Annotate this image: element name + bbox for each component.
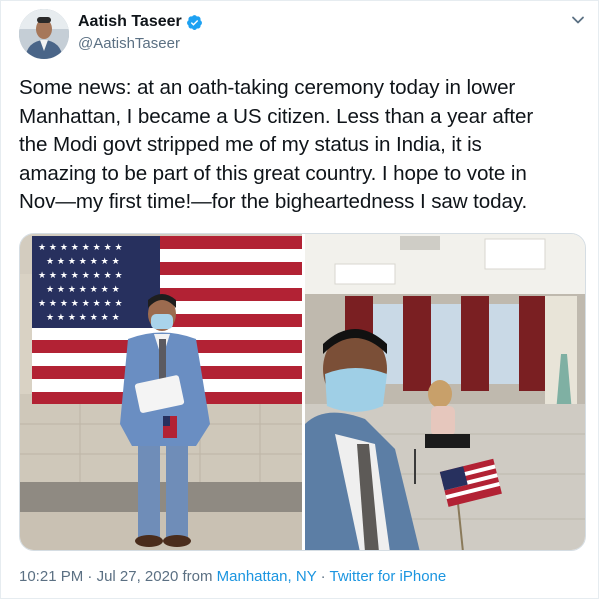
svg-text:★ ★ ★ ★ ★ ★ ★ ★: ★ ★ ★ ★ ★ ★ ★ ★ (38, 243, 123, 253)
source-link[interactable]: Twitter for iPhone (330, 568, 447, 585)
media-grid: ★ ★ ★ ★ ★ ★ ★ ★ ★ ★ ★ ★ ★ ★ ★ ★ ★ ★ ★ ★ … (19, 233, 586, 551)
svg-text:★ ★ ★ ★ ★ ★ ★: ★ ★ ★ ★ ★ ★ ★ (46, 313, 120, 323)
user-handle[interactable]: @AatishTaseer (78, 35, 180, 52)
tweet-card: Aatish Taseer @AatishTaseer Some news: a… (0, 0, 599, 599)
photo-selfie-ceremony[interactable] (305, 234, 585, 550)
chevron-down-icon[interactable] (569, 11, 587, 29)
svg-text:★ ★ ★ ★ ★ ★ ★ ★: ★ ★ ★ ★ ★ ★ ★ ★ (38, 271, 123, 281)
location-link[interactable]: Manhattan, NY (217, 568, 317, 585)
svg-text:★ ★ ★ ★ ★ ★ ★: ★ ★ ★ ★ ★ ★ ★ (46, 257, 120, 267)
svg-text:★ ★ ★ ★ ★ ★ ★: ★ ★ ★ ★ ★ ★ ★ (46, 285, 120, 295)
from-label: from (178, 568, 217, 585)
avatar[interactable] (19, 9, 69, 59)
tweet-text: Some news: at an oath-taking ceremony to… (19, 76, 534, 214)
display-name[interactable]: Aatish Taseer (78, 13, 182, 31)
separator: · (83, 568, 97, 585)
verified-badge-icon (186, 14, 203, 31)
author-name-row[interactable]: Aatish Taseer (78, 13, 203, 31)
tweet-time[interactable]: 10:21 PM (19, 568, 83, 585)
tweet-date[interactable]: Jul 27, 2020 (97, 568, 179, 585)
svg-text:★ ★ ★ ★ ★ ★ ★ ★: ★ ★ ★ ★ ★ ★ ★ ★ (38, 299, 123, 309)
tweet-metadata: 10:21 PM · Jul 27, 2020 from Manhattan, … (19, 568, 446, 585)
photo-man-with-flag[interactable]: ★ ★ ★ ★ ★ ★ ★ ★ ★ ★ ★ ★ ★ ★ ★ ★ ★ ★ ★ ★ … (20, 234, 302, 550)
separator: · (316, 568, 330, 585)
